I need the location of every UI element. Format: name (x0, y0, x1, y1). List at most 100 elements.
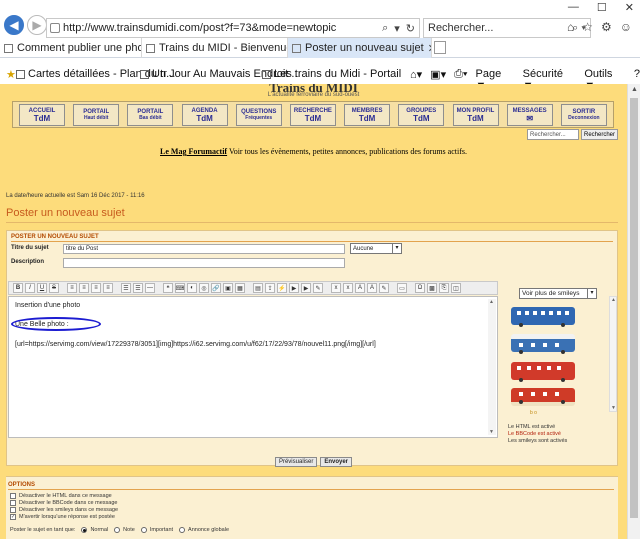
new-tab-button[interactable] (434, 41, 446, 54)
tab-trains-du-midi[interactable]: Trains du MIDI - Bienvenue sur v... (142, 38, 288, 58)
menu-messages[interactable]: Messages ✉ (506, 104, 553, 126)
message-textarea[interactable]: Insertion d'une photo Une Belle photo : … (8, 296, 498, 438)
favorite-trains-midi[interactable]: Les trains du Midi - Portail (262, 68, 401, 80)
site-search-button[interactable]: Rechercher (581, 129, 619, 140)
radio-normal[interactable] (81, 527, 88, 533)
image-icon[interactable]: ▣ (223, 283, 233, 293)
menu-agenda[interactable]: Agenda TdM (181, 104, 228, 126)
align-left-icon[interactable]: ≡ (67, 283, 77, 293)
link-icon[interactable]: 🔗 (211, 283, 221, 293)
pencil-icon[interactable]: ✎ (313, 283, 323, 293)
page-scrollbar[interactable]: ▲ (627, 84, 640, 539)
smiley-train-red[interactable] (511, 362, 575, 382)
menu-mon-profil[interactable]: Mon profil TdM (452, 104, 499, 126)
quote-icon[interactable]: ❝ (163, 283, 173, 293)
font-family-icon[interactable]: A (367, 283, 377, 293)
sup-icon[interactable]: x (343, 283, 353, 293)
home-icon[interactable]: ⌂ (567, 20, 574, 34)
prefix-select[interactable]: Aucune ▾ (350, 243, 402, 254)
menu-portail-haut[interactable]: Portail Haut débit (73, 104, 120, 126)
menu-accueil[interactable]: Accueil TdM (19, 104, 65, 126)
strike-button[interactable]: S (49, 283, 59, 293)
close-tab-icon[interactable]: ✕ (428, 42, 431, 55)
description-input[interactable] (63, 258, 345, 268)
url-field[interactable]: http://www.trainsdumidi.com/post?f=73&mo… (46, 18, 420, 38)
radio-annonce-globale[interactable] (179, 527, 186, 533)
option-notify-reply[interactable]: ✓ M'avertir lorsqu'une réponse est posté… (10, 514, 115, 520)
favorites-star-icon[interactable]: ☆ (582, 20, 593, 34)
back-icon[interactable]: ◀ (4, 15, 24, 35)
checkbox[interactable] (10, 493, 16, 499)
option-disable-html[interactable]: Désactiver le HTML dans ce message (10, 493, 112, 499)
align-justify-icon[interactable]: ≡ (103, 283, 113, 293)
smiley-train-red-cream[interactable] (511, 388, 575, 406)
checkbox[interactable] (10, 500, 16, 506)
minimize-icon[interactable]: — (568, 1, 579, 14)
menu-groupes[interactable]: Groupes TdM (398, 104, 445, 126)
scroll-up-icon[interactable]: ▲ (631, 86, 638, 93)
smiley-train-blue[interactable] (511, 307, 575, 327)
tab-poster-nouveau-sujet[interactable]: Poster un nouveau sujet ✕ (288, 38, 432, 58)
tab-comment-publier[interactable]: Comment publier une photo sur... (0, 38, 142, 58)
gear-icon[interactable]: ⚙ (601, 20, 612, 34)
ordered-list-icon[interactable]: ☰ (133, 283, 143, 293)
smileys-select[interactable]: Voir plus de smileys ▾ (519, 288, 597, 299)
site-search-input[interactable]: Rechercher... (527, 129, 579, 140)
list-icon[interactable]: ☰ (121, 283, 131, 293)
scroll-down-icon[interactable]: ▼ (611, 405, 616, 411)
refresh-icon[interactable]: ↻ (406, 22, 415, 35)
youtube-icon[interactable]: ▶ (289, 283, 299, 293)
table-icon[interactable]: ▦ (235, 283, 245, 293)
preview-button[interactable]: Prévisualiser (274, 457, 318, 467)
option-disable-smileys[interactable]: Désactiver les smileys dans ce message (10, 507, 118, 513)
menu-membres[interactable]: Membres TdM (344, 104, 391, 126)
source-icon[interactable]: ◫ (451, 283, 461, 293)
option-disable-bbcode[interactable]: Désactiver le BBCode dans ce message (10, 500, 117, 506)
dailymotion-icon[interactable]: ▶ (301, 283, 311, 293)
maximize-icon[interactable]: ☐ (597, 1, 607, 14)
checkbox-checked[interactable]: ✓ (10, 514, 16, 520)
radio-note[interactable] (114, 527, 121, 533)
italic-button[interactable]: I (25, 283, 35, 293)
hr-icon[interactable]: ― (145, 283, 155, 293)
color-icon[interactable]: ✎ (379, 283, 389, 293)
editor-scrollbar[interactable]: ▲ ▼ (488, 299, 496, 435)
scroll-down-icon[interactable]: ▼ (489, 429, 494, 435)
dropdown-icon[interactable]: ▾ (394, 22, 400, 35)
smiley-icon[interactable]: ☺ (620, 20, 632, 34)
scroll-up-icon[interactable]: ▲ (489, 299, 494, 305)
gallery-icon[interactable]: ▩ (427, 283, 437, 293)
search-icon[interactable]: ⌕ (382, 22, 388, 35)
sub-icon[interactable]: x (331, 283, 341, 293)
special-char-icon[interactable]: Ω (415, 283, 425, 293)
flash-icon[interactable]: ⚡ (277, 283, 287, 293)
spoiler-icon[interactable]: ◐ (187, 283, 197, 293)
font-size-icon[interactable]: A (355, 283, 365, 293)
rule-bbcode[interactable]: Le BBCode est activé (508, 431, 567, 438)
submit-button[interactable]: Envoyer (320, 457, 353, 467)
copy-icon[interactable]: ⎘ (439, 283, 449, 293)
code-icon[interactable]: ⌨ (175, 283, 185, 293)
window-icon[interactable]: ▭ (397, 283, 407, 293)
subject-input[interactable]: titre du Post (63, 244, 345, 254)
scrollbar-thumb[interactable] (630, 98, 638, 518)
upload-icon[interactable]: ⇪ (265, 283, 275, 293)
forward-icon[interactable]: ▶ (27, 15, 47, 35)
close-window-icon[interactable]: ✕ (625, 1, 634, 14)
underline-button[interactable]: U (37, 283, 47, 293)
menu-questions[interactable]: Questions Fréquentes (235, 104, 282, 126)
menu-recherche[interactable]: Recherche TdM (289, 104, 336, 126)
browser-search-input[interactable]: Rechercher... ⌕ ▾ (423, 18, 591, 38)
bold-button[interactable]: B (13, 283, 23, 293)
radio-important[interactable] (140, 527, 147, 533)
scroll-up-icon[interactable]: ▲ (611, 297, 616, 303)
menu-portail-bas[interactable]: Portail Bas débit (127, 104, 174, 126)
menu-sortir[interactable]: Sortir Deconnexion (560, 104, 607, 126)
align-center-icon[interactable]: ≡ (79, 283, 89, 293)
smiley-train-blue-white[interactable] (511, 334, 575, 354)
align-right-icon[interactable]: ≡ (91, 283, 101, 293)
hide-icon[interactable]: ◎ (199, 283, 209, 293)
checkbox[interactable] (10, 507, 16, 513)
mag-link[interactable]: Le Mag Forumactif (160, 147, 227, 156)
host-image-icon[interactable]: ▤ (253, 283, 263, 293)
